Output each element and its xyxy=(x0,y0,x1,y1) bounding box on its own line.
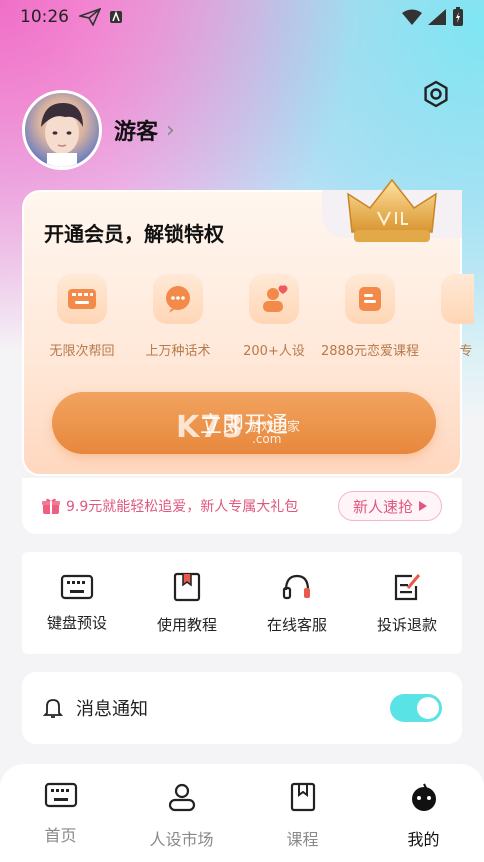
profile-header[interactable]: 游客 › xyxy=(22,90,175,170)
complaint-edit-icon xyxy=(394,573,421,600)
triangle-right-icon xyxy=(419,501,427,511)
promo-text: 9.9元就能轻松追爱，新人专属大礼包 xyxy=(66,499,299,515)
newcomer-deal-label: 新人速抢 xyxy=(352,497,413,516)
notification-setting: 消息通知 xyxy=(22,672,462,744)
perk-item[interactable]: 上万种话术 xyxy=(130,274,226,359)
gift-icon xyxy=(42,498,60,514)
nav-label: 首页 xyxy=(44,826,77,845)
paper-plane-icon xyxy=(79,8,101,26)
promo-banner[interactable]: 9.9元就能轻松追爱，新人专属大礼包 新人速抢 xyxy=(22,478,462,534)
bell-icon xyxy=(42,699,64,718)
nav-courses[interactable]: 课程 xyxy=(242,782,363,862)
nav-home[interactable]: 首页 xyxy=(0,782,121,862)
course-icon xyxy=(359,287,381,311)
newcomer-deal-button[interactable]: 新人速抢 xyxy=(337,491,442,521)
keyboard-icon xyxy=(60,574,94,599)
mascot-icon xyxy=(411,783,436,811)
perk-label: 2888元恋爱课程 xyxy=(320,344,420,359)
tool-customer-service[interactable]: 在线客服 xyxy=(242,572,352,635)
person-icon xyxy=(168,783,195,812)
nav-label: 人设市场 xyxy=(149,830,214,849)
perk-list: 无限次帮回 上万种话术 200+人设 2888元恋爱课程 专 xyxy=(34,274,474,359)
persona-icon xyxy=(263,285,288,312)
status-time: 10:26 xyxy=(20,7,69,27)
join-membership-button[interactable]: 立即开通 xyxy=(52,392,436,454)
more-icon xyxy=(441,274,474,324)
keyboard-icon xyxy=(68,289,96,309)
bottom-nav: 首页 人设市场 课程 我的 xyxy=(0,764,484,862)
tool-keyboard-preset[interactable]: 键盘预设 xyxy=(22,574,132,633)
signal-icon xyxy=(428,9,446,25)
keyboard-icon xyxy=(44,782,77,808)
gear-icon xyxy=(424,80,448,108)
nav-label: 课程 xyxy=(286,830,319,849)
tool-complaint-refund[interactable]: 投诉退款 xyxy=(352,572,462,635)
nav-persona-market[interactable]: 人设市场 xyxy=(121,782,242,862)
perk-item[interactable]: 无限次帮回 xyxy=(34,274,130,359)
notification-label: 消息通知 xyxy=(76,699,148,720)
app-notification-icon xyxy=(110,10,122,23)
tutorial-book-icon xyxy=(173,572,201,601)
perk-item[interactable]: 2888元恋爱课程 xyxy=(320,274,420,359)
bookmark-icon xyxy=(290,782,315,812)
crown-icon xyxy=(347,178,437,242)
tool-label: 投诉退款 xyxy=(376,615,437,634)
status-bar: 10:26 xyxy=(0,0,484,34)
headset-icon xyxy=(282,574,310,599)
tool-label: 键盘预设 xyxy=(46,613,107,632)
perk-item[interactable]: 200+人设 xyxy=(226,274,322,359)
wifi-icon xyxy=(402,9,422,25)
watermark: K73 xyxy=(176,410,244,445)
chevron-right-icon: › xyxy=(166,117,175,143)
vip-title: 开通会员，解锁特权 xyxy=(44,222,224,246)
tool-label: 使用教程 xyxy=(156,615,217,634)
battery-icon xyxy=(453,7,463,26)
perk-label: 无限次帮回 xyxy=(49,344,115,359)
notification-toggle[interactable] xyxy=(390,694,442,722)
avatar-portrait xyxy=(41,103,83,167)
tool-tutorial[interactable]: 使用教程 xyxy=(132,572,242,635)
chat-bubble-icon xyxy=(166,286,190,313)
toggle-knob xyxy=(417,697,439,719)
perk-label: 200+人设 xyxy=(243,344,305,359)
nav-mine[interactable]: 我的 xyxy=(363,782,484,862)
perk-item[interactable]: 专 xyxy=(418,274,474,359)
avatar[interactable] xyxy=(22,90,102,170)
nav-label: 我的 xyxy=(407,830,440,849)
tools-panel: 键盘预设 使用教程 在线客服 投诉退款 xyxy=(22,552,462,654)
watermark-domain: .com xyxy=(252,432,282,446)
tool-label: 在线客服 xyxy=(266,615,327,634)
perk-label: 专 xyxy=(459,344,473,359)
perk-label: 上万种话术 xyxy=(145,344,211,359)
username[interactable]: 游客 xyxy=(114,114,158,146)
settings-button[interactable] xyxy=(420,78,452,110)
